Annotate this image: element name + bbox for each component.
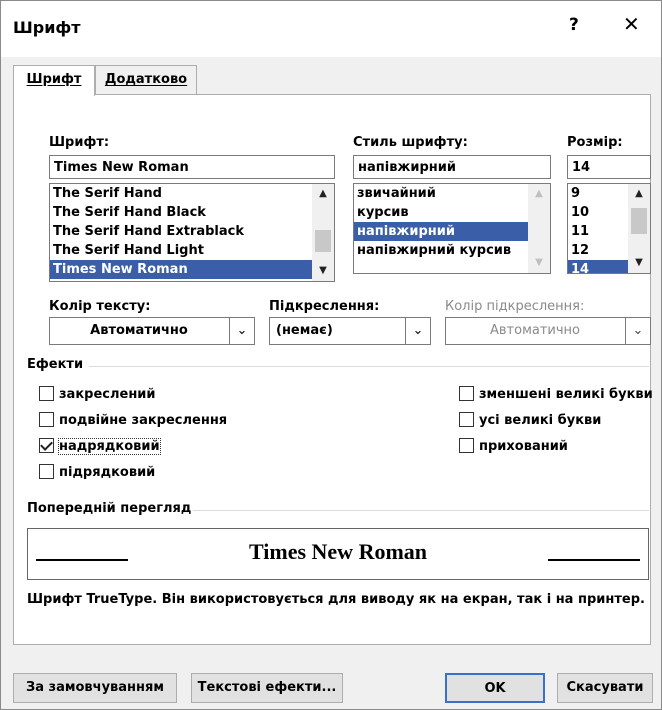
underline-color-label: Колір підкреслення: — [445, 299, 585, 314]
underline-value: (немає) — [276, 323, 333, 338]
hidden-checkbox[interactable]: прихований — [459, 437, 568, 457]
preview-text: Times New Roman — [248, 539, 428, 564]
size-label: Розмір: — [567, 135, 623, 150]
font-list[interactable]: The Serif Hand The Serif Hand Black The Se… — [49, 183, 335, 282]
chevron-down-icon: ⌄ — [625, 318, 650, 344]
set-default-button[interactable]: За замовчуванням — [13, 673, 177, 703]
effects-divider — [89, 366, 649, 367]
size-list-scrollbar[interactable]: ▲ ▼ — [628, 184, 650, 273]
style-list-item[interactable]: курсив — [354, 203, 550, 222]
checkbox-icon[interactable] — [39, 464, 54, 479]
font-name-input[interactable]: Times New Roman — [49, 155, 335, 179]
color-label: Колір тексту: — [49, 299, 151, 314]
text-color-select[interactable]: Автоматично ⌄ — [49, 317, 255, 345]
checkbox-icon[interactable] — [39, 386, 54, 401]
strikethrough-checkbox[interactable]: закреслений — [39, 385, 156, 405]
subscript-checkbox[interactable]: підрядковий — [39, 463, 155, 483]
scroll-down-icon[interactable]: ▼ — [628, 253, 650, 273]
font-dialog: Шрифт ? ✕ Шрифт Додатково Шрифт: Times N… — [0, 0, 662, 710]
underline-label: Підкреслення: — [269, 299, 380, 314]
truetype-note: Шрифт TrueType. Він використовується для… — [27, 592, 645, 607]
font-list-scrollbar[interactable]: ▲ ▼ — [312, 184, 334, 281]
help-button[interactable]: ? — [569, 15, 579, 35]
underline-color-select: Автоматично ⌄ — [445, 317, 651, 345]
effects-title: Ефекти — [27, 357, 84, 372]
checkbox-icon[interactable] — [459, 412, 474, 427]
font-list-item[interactable]: The Serif Hand Light — [50, 241, 334, 260]
tab-advanced-label: Додатково — [104, 72, 188, 87]
dialog-title: Шрифт — [13, 18, 81, 37]
checkbox-icon[interactable] — [459, 386, 474, 401]
title-bar: Шрифт ? ✕ — [1, 1, 661, 57]
subscript-label: підрядковий — [59, 465, 156, 480]
scroll-up-icon[interactable]: ▲ — [528, 184, 550, 204]
hidden-label: прихований — [479, 439, 568, 454]
style-list-item[interactable]: звичайний — [354, 184, 550, 203]
font-list-item[interactable]: The Serif Hand Black — [50, 203, 334, 222]
text-color-value: Автоматично — [90, 323, 188, 338]
checkbox-icon[interactable] — [39, 412, 54, 427]
chevron-down-icon[interactable]: ⌄ — [405, 318, 430, 344]
style-list-scrollbar[interactable]: ▲ ▼ — [528, 184, 550, 273]
small-caps-checkbox[interactable]: зменшені великі букви — [459, 385, 653, 405]
scroll-up-icon[interactable]: ▲ — [312, 184, 334, 204]
tab-font[interactable]: Шрифт — [13, 65, 95, 96]
cancel-button[interactable]: Скасувати — [557, 673, 653, 703]
preview-underline-right — [548, 559, 640, 561]
superscript-checkbox[interactable]: надрядковий — [39, 437, 161, 457]
scroll-up-icon[interactable]: ▲ — [628, 184, 650, 204]
font-list-item[interactable]: The Serif Hand Extrablack — [50, 222, 334, 241]
underline-select[interactable]: (немає) ⌄ — [269, 317, 431, 345]
style-list-item[interactable]: напівжирний курсив — [354, 241, 550, 260]
style-label: Стиль шрифту: — [353, 135, 468, 150]
text-effects-button[interactable]: Текстові ефекти... — [191, 673, 343, 703]
font-list-item[interactable]: Times New Roman — [50, 260, 334, 279]
style-list[interactable]: звичайний курсив напівжирний напівжирний ку… — [353, 183, 551, 274]
scroll-thumb[interactable] — [315, 230, 331, 252]
strikethrough-label: закреслений — [59, 387, 156, 402]
superscript-label: надрядковий — [58, 438, 161, 455]
double-strikethrough-checkbox[interactable]: подвійне закреслення — [39, 411, 227, 431]
underline-color-value: Автоматично — [489, 323, 580, 338]
font-label: Шрифт: — [49, 135, 110, 150]
style-list-item[interactable]: напівжирний — [354, 222, 550, 241]
size-list[interactable]: 9 10 11 12 14 ▲ ▼ — [567, 183, 651, 274]
style-input[interactable]: напівжирний — [353, 155, 551, 179]
tab-font-label: Шрифт — [26, 72, 82, 87]
all-caps-checkbox[interactable]: усі великі букви — [459, 411, 601, 431]
close-button[interactable]: ✕ — [623, 12, 640, 36]
preview-divider — [193, 510, 649, 511]
preview-title: Попередній перегляд — [27, 501, 192, 516]
preview-box: Times New Roman — [27, 528, 649, 580]
scroll-down-icon[interactable]: ▼ — [528, 253, 550, 273]
checkbox-checked-icon[interactable] — [39, 438, 54, 453]
chevron-down-icon[interactable]: ⌄ — [229, 318, 254, 344]
size-input[interactable]: 14 — [567, 155, 651, 179]
checkbox-icon[interactable] — [459, 438, 474, 453]
small-caps-label: зменшені великі букви — [479, 387, 653, 402]
double-strikethrough-label: подвійне закреслення — [59, 413, 228, 428]
font-list-item[interactable]: The Serif Hand — [50, 184, 334, 203]
tab-advanced[interactable]: Додатково — [95, 65, 197, 94]
scroll-down-icon[interactable]: ▼ — [312, 261, 334, 281]
ok-button[interactable]: OK — [445, 673, 545, 703]
all-caps-label: усі великі букви — [479, 413, 602, 428]
scroll-thumb[interactable] — [631, 208, 647, 234]
